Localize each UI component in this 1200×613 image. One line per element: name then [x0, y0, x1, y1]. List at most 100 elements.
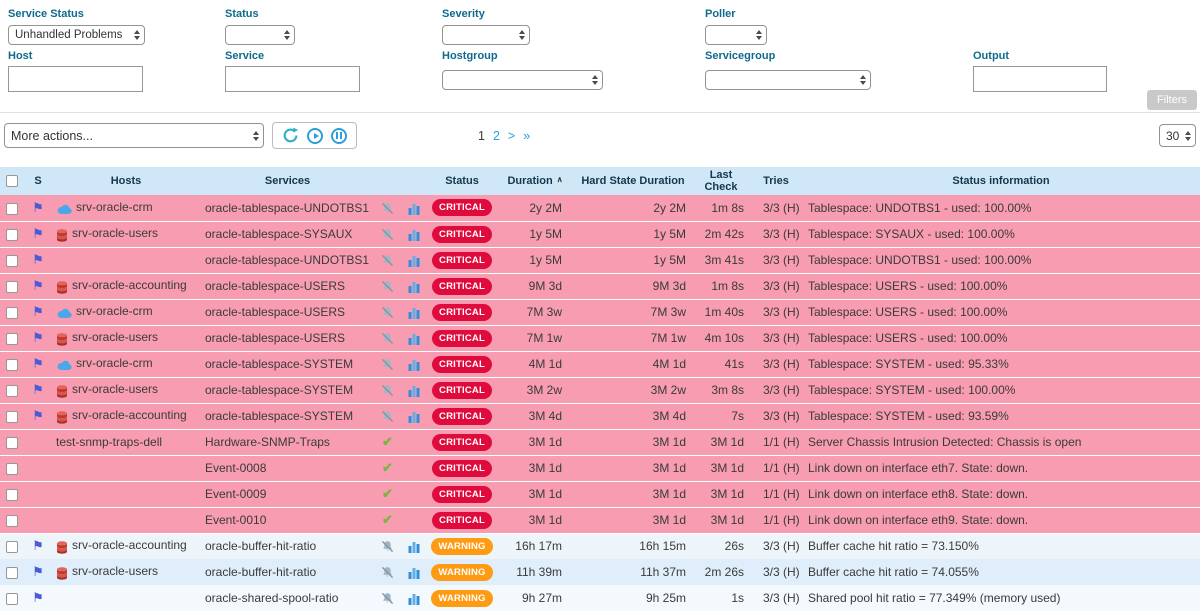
service-link[interactable]: oracle-tablespace-SYSAUX	[205, 227, 352, 241]
col-header-duration[interactable]: Duration∧	[496, 167, 574, 195]
servicegroup-label: Servicegroup	[705, 50, 775, 62]
status-cell: CRITICAL	[428, 273, 496, 299]
performance-graph-icon[interactable]	[408, 253, 420, 267]
last-check-cell: 2m 42s	[692, 221, 750, 247]
row-checkbox[interactable]	[6, 203, 18, 215]
host-input[interactable]	[8, 66, 143, 92]
host-link[interactable]: test-snmp-traps-dell	[56, 435, 162, 449]
col-header-s[interactable]: S	[24, 167, 52, 195]
select-arrows-icon	[860, 75, 866, 85]
service-link[interactable]: oracle-tablespace-USERS	[205, 279, 345, 293]
page-current[interactable]: 1	[478, 129, 485, 143]
row-checkbox[interactable]	[6, 229, 18, 241]
performance-graph-icon[interactable]	[408, 357, 420, 371]
service-link[interactable]: oracle-tablespace-UNDOTBS1	[205, 201, 369, 215]
host-link[interactable]: srv-oracle-crm	[76, 200, 153, 214]
row-checkbox[interactable]	[6, 489, 18, 501]
service-cell: oracle-tablespace-SYSTEM	[200, 403, 375, 429]
host-link[interactable]: srv-oracle-users	[72, 330, 158, 344]
host-link[interactable]: srv-oracle-crm	[76, 304, 153, 318]
service-link[interactable]: oracle-tablespace-SYSTEM	[205, 383, 353, 397]
page-next-link[interactable]: >	[508, 129, 515, 143]
host-link[interactable]: srv-oracle-users	[72, 564, 158, 578]
poller-select[interactable]	[705, 25, 767, 45]
performance-graph-icon[interactable]	[408, 539, 420, 553]
performance-graph-icon[interactable]	[408, 409, 420, 423]
pause-icon[interactable]	[331, 128, 347, 144]
row-checkbox[interactable]	[6, 359, 18, 371]
page-size-select[interactable]: 30	[1159, 124, 1196, 147]
col-header-last-check[interactable]: Last Check	[692, 167, 750, 195]
col-header-hard-state-duration[interactable]: Hard State Duration	[574, 167, 692, 195]
page-last-link[interactable]: »	[523, 129, 530, 143]
row-checkbox[interactable]	[6, 411, 18, 423]
service-link[interactable]: oracle-buffer-hit-ratio	[205, 565, 316, 579]
row-checkbox[interactable]	[6, 541, 18, 553]
last-check-cell: 3M 1d	[692, 481, 750, 507]
row-checkbox[interactable]	[6, 385, 18, 397]
hostgroup-select[interactable]	[442, 70, 603, 90]
row-checkbox[interactable]	[6, 281, 18, 293]
row-checkbox[interactable]	[6, 255, 18, 267]
output-input[interactable]	[973, 66, 1107, 92]
service-status-select[interactable]: Unhandled Problems	[8, 25, 145, 45]
row-checkbox[interactable]	[6, 307, 18, 319]
service-link[interactable]: oracle-tablespace-UNDOTBS1	[205, 253, 369, 267]
performance-graph-icon[interactable]	[408, 383, 420, 397]
page-2-link[interactable]: 2	[493, 129, 500, 143]
media-controls	[272, 122, 357, 149]
service-link[interactable]: Event-0009	[205, 487, 266, 501]
host-link[interactable]: srv-oracle-accounting	[72, 538, 187, 552]
host-link[interactable]: srv-oracle-crm	[76, 356, 153, 370]
col-header-tries[interactable]: Tries	[750, 167, 802, 195]
col-header-hosts[interactable]: Hosts	[52, 167, 200, 195]
service-link[interactable]: oracle-shared-spool-ratio	[205, 591, 338, 605]
service-icon-cell-2	[400, 533, 428, 559]
severity-select[interactable]	[442, 25, 530, 45]
host-link[interactable]: srv-oracle-accounting	[72, 278, 187, 292]
host-cell	[52, 585, 200, 611]
service-link[interactable]: oracle-tablespace-SYSTEM	[205, 357, 353, 371]
notifications-muted-icon	[381, 539, 394, 553]
play-icon[interactable]	[307, 128, 323, 144]
performance-graph-icon[interactable]	[408, 591, 420, 605]
col-header-status[interactable]: Status	[428, 167, 496, 195]
performance-graph-icon[interactable]	[408, 565, 420, 579]
service-link[interactable]: oracle-tablespace-USERS	[205, 305, 345, 319]
service-input[interactable]	[225, 66, 360, 92]
performance-graph-icon[interactable]	[408, 331, 420, 345]
output-label: Output	[973, 50, 1009, 62]
filters-button[interactable]: Filters	[1147, 90, 1197, 110]
performance-graph-icon[interactable]	[408, 279, 420, 293]
service-link[interactable]: Event-0010	[205, 513, 266, 527]
select-all-checkbox[interactable]	[6, 175, 18, 187]
performance-graph-icon[interactable]	[408, 227, 420, 241]
row-checkbox[interactable]	[6, 333, 18, 345]
hard-state-duration-cell: 3M 4d	[574, 403, 692, 429]
service-link[interactable]: oracle-buffer-hit-ratio	[205, 539, 316, 553]
performance-graph-icon[interactable]	[408, 305, 420, 319]
host-link[interactable]: srv-oracle-accounting	[72, 408, 187, 422]
row-flag-cell: ⚑	[24, 221, 52, 247]
refresh-icon[interactable]	[282, 127, 299, 144]
col-header-services[interactable]: Services	[200, 167, 375, 195]
status-information-cell: Tablespace: SYSTEM - used: 95.33%	[802, 351, 1200, 377]
row-checkbox[interactable]	[6, 593, 18, 605]
host-link[interactable]: srv-oracle-users	[72, 226, 158, 240]
col-header-status-information[interactable]: Status information	[802, 167, 1200, 195]
performance-graph-icon[interactable]	[408, 201, 420, 215]
service-link[interactable]: oracle-tablespace-USERS	[205, 331, 345, 345]
duration-cell: 3M 4d	[496, 403, 574, 429]
row-checkbox[interactable]	[6, 437, 18, 449]
servicegroup-select[interactable]	[705, 70, 871, 90]
row-flag-cell: ⚑	[24, 403, 52, 429]
status-select[interactable]	[225, 25, 295, 45]
host-link[interactable]: srv-oracle-users	[72, 382, 158, 396]
row-checkbox[interactable]	[6, 567, 18, 579]
row-checkbox[interactable]	[6, 463, 18, 475]
more-actions-select[interactable]: More actions...	[4, 123, 264, 148]
service-link[interactable]: Hardware-SNMP-Traps	[205, 435, 330, 449]
service-link[interactable]: Event-0008	[205, 461, 266, 475]
service-link[interactable]: oracle-tablespace-SYSTEM	[205, 409, 353, 423]
row-checkbox[interactable]	[6, 515, 18, 527]
